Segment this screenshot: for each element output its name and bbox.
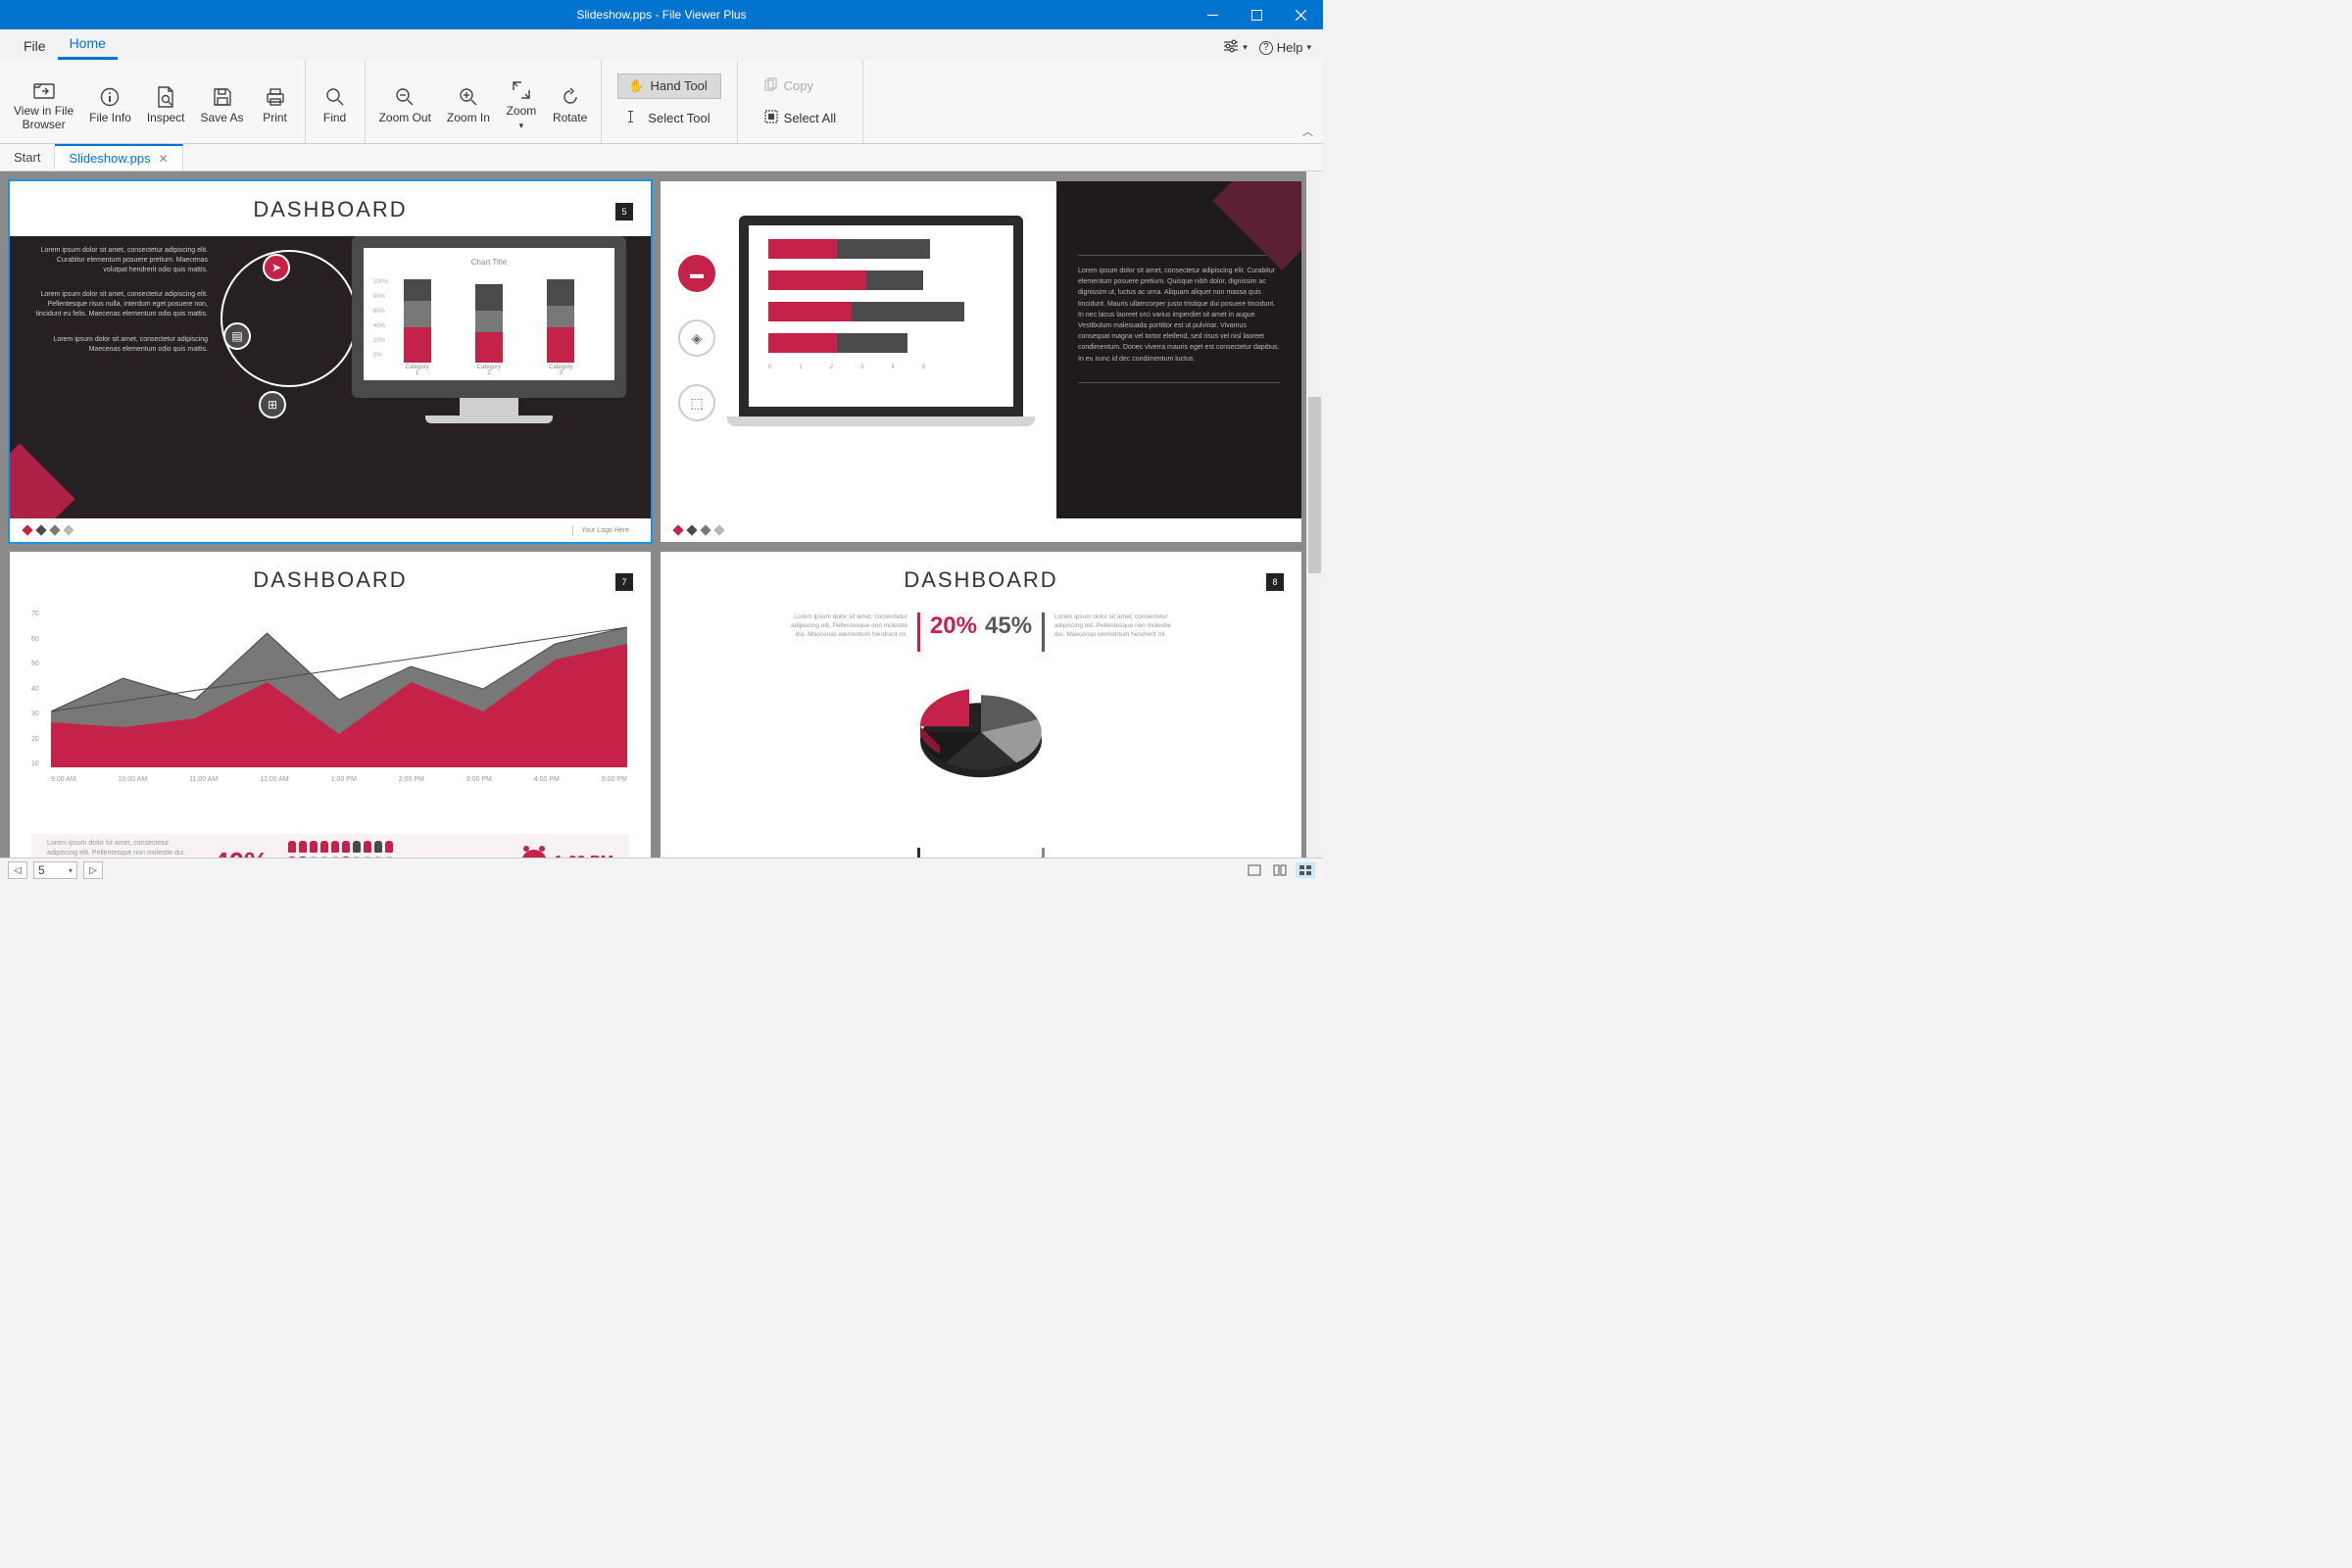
viewport: DASHBOARD 5 Lorem ipsum dolor sit amet, … xyxy=(0,172,1323,858)
inspect-icon xyxy=(157,84,174,110)
rotate-button[interactable]: Rotate xyxy=(545,78,595,125)
menu-file[interactable]: File xyxy=(12,32,58,60)
cubes-icon: ⬚ xyxy=(678,384,715,421)
zoom-button[interactable]: Zoom▾ xyxy=(498,72,545,132)
info-icon xyxy=(100,84,120,110)
chevron-down-icon: ▾ xyxy=(1243,42,1248,53)
zoom-in-button[interactable]: Zoom In xyxy=(439,78,498,125)
folder-icon xyxy=(33,77,55,103)
chevron-down-icon: ▾ xyxy=(519,121,524,130)
window-title: Slideshow.pps - File Viewer Plus xyxy=(576,8,746,22)
help-label: Help xyxy=(1277,40,1303,55)
view-in-browser-button[interactable]: View in File Browser xyxy=(6,72,81,132)
vertical-scrollbar[interactable] xyxy=(1306,172,1323,858)
maximize-button[interactable] xyxy=(1235,0,1279,29)
prev-page-button[interactable]: ◁ xyxy=(8,861,27,879)
zoom-in-icon xyxy=(459,84,478,110)
ribbon: View in File Browser File Info Inspect S… xyxy=(0,61,1323,144)
stats-panel: Lorem ipsum dolor sit amet, consectetur … xyxy=(31,834,629,858)
chat-icon: ▬ xyxy=(678,255,715,292)
statusbar: ◁ 5▾ ▷ xyxy=(0,858,1323,882)
inspect-button[interactable]: Inspect xyxy=(139,78,193,125)
people-icons xyxy=(288,841,501,858)
help-button[interactable]: ? Help ▾ xyxy=(1259,40,1311,55)
slide-number: 8 xyxy=(1266,573,1284,591)
view-grid-button[interactable] xyxy=(1296,862,1315,878)
hand-tool-button[interactable]: ✋Hand Tool xyxy=(617,74,720,99)
view-single-button[interactable] xyxy=(1245,862,1264,878)
hand-icon: ✋ xyxy=(628,78,644,94)
slide-title: DASHBOARD xyxy=(10,552,651,601)
next-page-button[interactable]: ▷ xyxy=(83,861,103,879)
rotate-icon xyxy=(561,84,580,110)
clock-stat: 1:00 PM xyxy=(521,850,613,858)
slide-number: 5 xyxy=(615,203,633,220)
hbar-chart xyxy=(762,239,1000,353)
slide-thumbnail[interactable]: DASHBOARD 5 Lorem ipsum dolor sit amet, … xyxy=(10,181,651,542)
zoom-icon xyxy=(512,77,531,103)
logo-placeholder: Your Logo Here xyxy=(572,525,637,536)
collapse-ribbon-button[interactable]: ︿ xyxy=(1302,123,1313,139)
shield-icon: ◈ xyxy=(678,319,715,357)
alarm-icon xyxy=(521,850,547,858)
send-icon: ➤ xyxy=(263,254,290,281)
save-as-button[interactable]: Save As xyxy=(193,78,252,125)
nav-dots xyxy=(674,526,723,534)
percentage-stat: 40% xyxy=(214,847,269,858)
slide-thumbnail[interactable]: DASHBOARD 7 70605040302010 9:00 AM10:00 … xyxy=(10,552,651,858)
slide-number: 7 xyxy=(615,573,633,591)
search-icon xyxy=(325,84,345,110)
slide-title: DASHBOARD xyxy=(10,181,651,230)
select-tool-button[interactable]: Select Tool xyxy=(617,105,720,131)
sliders-icon xyxy=(1223,39,1239,56)
laptop-graphic: 012345 xyxy=(739,216,1023,426)
slide-title: DASHBOARD xyxy=(661,552,1301,601)
save-icon xyxy=(213,84,232,110)
settings-button[interactable]: ▾ xyxy=(1223,39,1248,56)
view-two-button[interactable] xyxy=(1270,862,1290,878)
area-chart: 70605040302010 9:00 AM10:00 AM11:00 AM12… xyxy=(51,611,627,767)
zoom-out-icon xyxy=(395,84,415,110)
text-panel: Lorem ipsum dolor sit amet, consectetur … xyxy=(1056,181,1301,518)
document-icon: ▤ xyxy=(223,322,251,350)
tab-start[interactable]: Start xyxy=(0,145,55,170)
scroll-thumb[interactable] xyxy=(1308,397,1321,573)
help-icon: ? xyxy=(1259,41,1273,55)
slide-thumbnail[interactable]: Lorem ipsum dolor sit amet, consectetur … xyxy=(661,181,1301,542)
titlebar: Slideshow.pps - File Viewer Plus xyxy=(0,0,1323,29)
nav-dots xyxy=(24,526,73,534)
menu-tabs: File Home ▾ ? Help ▾ xyxy=(0,29,1323,61)
cursor-icon xyxy=(628,110,642,126)
bar-chart: Category 1 Category 2 Category 3 xyxy=(373,274,605,363)
close-tab-button[interactable]: ✕ xyxy=(159,152,169,166)
chevron-down-icon: ▾ xyxy=(1306,42,1311,53)
slide-thumbnail[interactable]: DASHBOARD 8 20%Lorem ipsum dolor sit ame… xyxy=(661,552,1301,858)
file-info-button[interactable]: File Info xyxy=(81,78,139,125)
print-icon xyxy=(266,84,285,110)
tab-slideshow[interactable]: Slideshow.pps✕ xyxy=(55,144,182,171)
minimize-button[interactable] xyxy=(1191,0,1235,29)
menu-home[interactable]: Home xyxy=(58,29,118,60)
close-button[interactable] xyxy=(1279,0,1323,29)
grid-icon: ⊞ xyxy=(259,391,286,418)
page-number-field[interactable]: 5▾ xyxy=(33,861,77,879)
copy-button: Copy xyxy=(754,73,847,99)
zoom-out-button[interactable]: Zoom Out xyxy=(371,78,439,125)
select-all-button[interactable]: Select All xyxy=(754,105,847,131)
copy-icon xyxy=(764,77,778,94)
pie-chart xyxy=(898,673,1064,801)
select-all-icon xyxy=(764,110,778,126)
find-button[interactable]: Find xyxy=(312,78,359,125)
document-tabs: Start Slideshow.pps✕ xyxy=(0,144,1323,172)
window-buttons xyxy=(1191,0,1323,29)
print-button[interactable]: Print xyxy=(252,78,299,125)
monitor-graphic: Chart Title 100%80%60%40%20%0% Category … xyxy=(352,236,626,423)
